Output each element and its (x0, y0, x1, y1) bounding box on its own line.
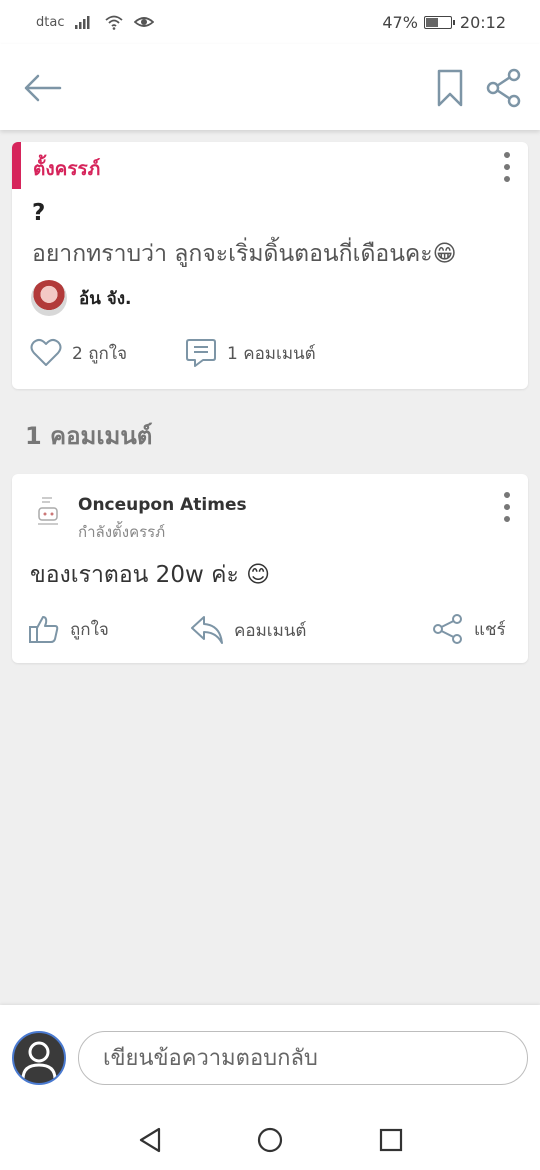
thumbs-up-icon (29, 616, 59, 643)
comment-reply-button[interactable]: คอมเมนต์ (190, 614, 306, 646)
reply-icon (191, 616, 223, 644)
comment-card: Onceupon Atimes กำลังตั้งครรภ์ ของเราตอน… (12, 474, 528, 663)
more-dot (504, 152, 510, 158)
battery-percent: 47% (382, 12, 418, 32)
nav-home-icon[interactable] (256, 1126, 284, 1154)
commenter-name[interactable]: Onceupon Atimes (78, 495, 247, 515)
more-dot (504, 504, 510, 510)
nav-recent-icon[interactable] (377, 1126, 405, 1154)
post-author[interactable]: อ้น จัง. (31, 280, 131, 316)
more-vertical-icon[interactable] (502, 492, 512, 522)
carrier-label: dtac (36, 14, 65, 30)
app-bar (0, 44, 540, 130)
comments-heading: 1 คอมเมนต์ (25, 422, 153, 450)
reply-bar (0, 1005, 540, 1108)
wifi-icon (105, 15, 124, 30)
back-arrow-icon[interactable] (22, 68, 62, 108)
more-dot (504, 516, 510, 522)
more-vertical-icon[interactable] (502, 152, 512, 182)
more-dot (504, 176, 510, 182)
status-bar: dtac 47% 20:12 (0, 0, 540, 44)
comment-count: 1 คอมเมนต์ (227, 343, 316, 364)
reply-input[interactable] (78, 1031, 528, 1085)
comment-text: ของเราตอน 20w ค่ะ 😊 (30, 562, 271, 588)
category-accent-bar (12, 142, 21, 189)
comment-like-button[interactable]: ถูกใจ (28, 614, 109, 644)
post-card: ตั้งครรภ์ ? อยากทราบว่า ลูกจะเริ่มดิ้นตอ… (12, 142, 528, 389)
post-title: ? (32, 200, 46, 226)
signal-icon (75, 16, 90, 29)
status-right: 47% 20:12 (382, 13, 506, 32)
comment-reply-label: คอมเมนต์ (234, 620, 307, 641)
post-body: อยากทราบว่า ลูกจะเริ่มดิ้นตอนกี่เดือนคะ😁 (32, 241, 457, 267)
share-icon[interactable] (486, 68, 522, 108)
more-dot (504, 164, 510, 170)
comment-actions: ถูกใจ คอมเมนต์ แชร์ (28, 614, 512, 650)
share-icon (433, 614, 462, 644)
system-nav-bar (0, 1108, 540, 1170)
more-dot (504, 492, 510, 498)
status-left: dtac (36, 14, 155, 30)
comment-icon (186, 339, 216, 367)
comment-button[interactable]: 1 คอมเมนต์ (185, 337, 316, 369)
battery-fill (425, 17, 439, 27)
heart-icon (30, 338, 62, 366)
comment-share-label: แชร์ (474, 619, 506, 640)
clock: 20:12 (459, 12, 506, 32)
user-icon (21, 1041, 57, 1080)
battery-icon (423, 15, 455, 29)
commenter-status: กำลังตั้งครรภ์ (78, 523, 166, 541)
bookmark-icon[interactable] (436, 68, 464, 108)
commenter-avatar-icon[interactable] (34, 494, 62, 530)
user-avatar[interactable] (12, 1031, 66, 1085)
nav-back-icon[interactable] (137, 1126, 165, 1154)
eye-icon (134, 17, 155, 27)
post-actions: 2 ถูกใจ 1 คอมเมนต์ (30, 337, 316, 369)
like-button[interactable]: 2 ถูกใจ (30, 338, 185, 368)
avatar[interactable] (31, 280, 67, 316)
like-count: 2 ถูกใจ (72, 343, 128, 364)
author-name[interactable]: อ้น จัง. (79, 285, 131, 312)
comment-share-button[interactable]: แชร์ (432, 614, 506, 644)
comment-like-label: ถูกใจ (70, 619, 109, 640)
post-category[interactable]: ตั้งครรภ์ (33, 154, 100, 184)
